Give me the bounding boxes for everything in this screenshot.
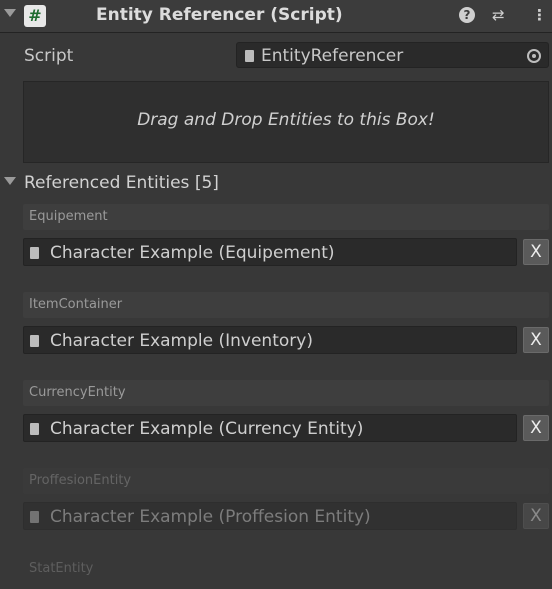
script-value: EntityReferencer [261, 46, 404, 66]
script-file-icon [245, 50, 254, 62]
remove-entry-button[interactable]: X [523, 415, 549, 441]
entry-value: Character Example (Currency Entity) [50, 419, 364, 439]
entry-value: Character Example (Equipement) [50, 243, 335, 263]
entry-value: Character Example (Proffesion Entity) [50, 507, 371, 527]
script-icon: # [24, 5, 46, 27]
entry-object-field[interactable]: Character Example (Inventory) [23, 326, 517, 354]
entity-file-icon [30, 423, 39, 435]
remove-entry-button[interactable]: X [523, 327, 549, 353]
remove-entry-button[interactable]: X [523, 239, 549, 265]
script-label: Script [24, 46, 74, 66]
entry-label: CurrencyEntity [29, 385, 126, 400]
presets-icon[interactable]: ⇄ [492, 6, 505, 24]
entity-file-icon [30, 335, 39, 347]
script-object-field[interactable]: EntityReferencer [236, 42, 549, 68]
remove-entry-button[interactable]: X [523, 503, 549, 529]
entry-label-bar: ItemContainer [23, 292, 549, 318]
drop-area-text: Drag and Drop Entities to this Box! [137, 110, 435, 130]
entry-object-field[interactable]: Character Example (Equipement) [23, 238, 517, 266]
entry-object-field[interactable]: Character Example (Currency Entity) [23, 414, 517, 442]
entry-label: StatEntity [29, 561, 94, 576]
entry-label-bar: Equipement [23, 204, 549, 230]
drop-area[interactable]: Drag and Drop Entities to this Box! [23, 81, 549, 163]
entry-label: Equipement [29, 209, 108, 224]
entry-label: ProffesionEntity [29, 473, 132, 488]
referenced-entities-foldout[interactable]: Referenced Entities [5] [24, 173, 219, 193]
foldout-arrow-icon[interactable] [4, 9, 16, 17]
entity-file-icon [30, 247, 39, 259]
entry-label: ItemContainer [29, 297, 123, 312]
inspector-panel: # Entity Referencer (Script) ? ⇄ ⋮ Scrip… [0, 0, 552, 589]
component-header[interactable]: # Entity Referencer (Script) ? ⇄ ⋮ [0, 0, 552, 33]
entry-label-bar: ProffesionEntity [23, 468, 549, 494]
entry-value: Character Example (Inventory) [50, 331, 313, 351]
foldout-arrow-icon[interactable] [4, 177, 16, 185]
entity-file-icon [30, 511, 39, 523]
object-picker-icon[interactable] [527, 49, 541, 63]
menu-icon[interactable]: ⋮ [532, 6, 547, 24]
entry-label-bar: CurrencyEntity [23, 380, 549, 406]
entry-object-field[interactable]: Character Example (Proffesion Entity) [23, 502, 517, 530]
help-icon[interactable]: ? [459, 7, 475, 23]
component-title: Entity Referencer (Script) [96, 5, 343, 25]
